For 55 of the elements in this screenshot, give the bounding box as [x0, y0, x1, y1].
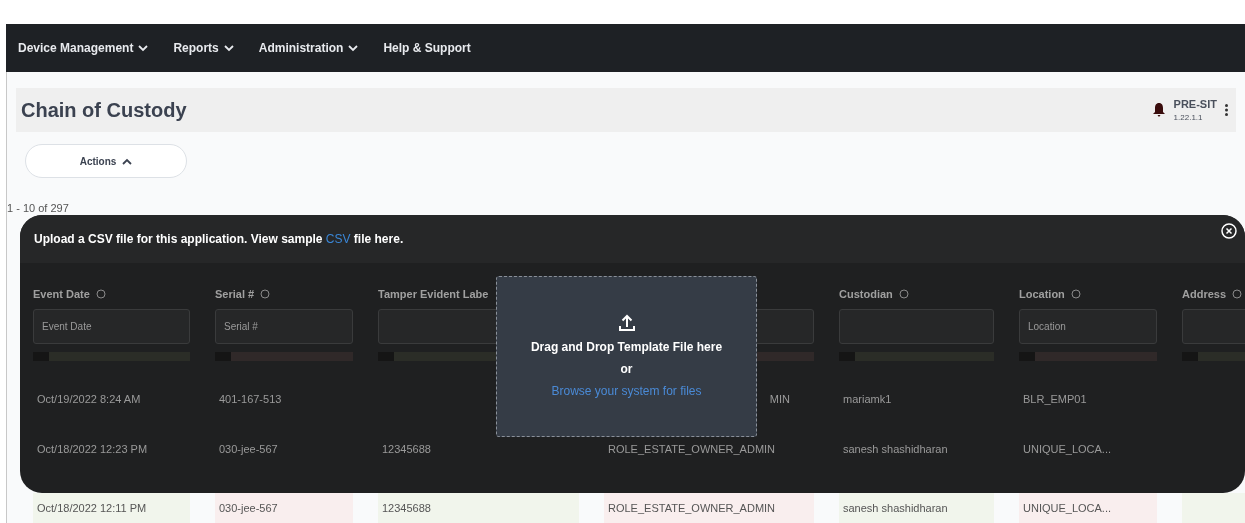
more-options-icon[interactable]: [1225, 104, 1228, 116]
column-header[interactable]: Address: [1182, 285, 1227, 303]
caret-down-icon: [348, 44, 359, 52]
table-cell-text: UNIQUE_LOCA...: [1023, 441, 1112, 457]
column-header[interactable]: Tamper Evident Labe: [378, 285, 489, 303]
caret-down-icon: [223, 44, 234, 52]
or-text: or: [620, 360, 633, 378]
bell-icon[interactable]: [1151, 102, 1166, 118]
nav-menu-item[interactable]: Administration: [258, 39, 359, 57]
table-cell-text: 401-167-513: [219, 391, 282, 407]
actions-button[interactable]: Actions: [25, 144, 187, 178]
csv-sample-link[interactable]: CSV: [325, 232, 351, 246]
caret-down-icon: [138, 44, 149, 52]
table-cell: UNIQUE_LOCA...: [1019, 493, 1157, 523]
record-count: 1 - 10 of 297: [7, 202, 70, 215]
table-cell: 12345688: [378, 493, 579, 523]
table-cell: Oct/18/2022 12:11 PM: [33, 493, 190, 523]
table-cell: 030-jee-567: [215, 493, 353, 523]
browse-files-link[interactable]: Browse your system for files: [551, 381, 702, 400]
sort-icon[interactable]: [898, 289, 909, 299]
table-cell-text: sanesh shashidharan: [843, 441, 948, 457]
table-cell-text: ROLE_ESTATE_OWNER_ADMIN: [608, 441, 776, 457]
sort-icon[interactable]: [260, 289, 271, 299]
file-drop-dialog[interactable]: Drag and Drop Template File here or Browse your system for files: [496, 276, 757, 437]
environment-label: PRE-SIT: [1173, 98, 1217, 110]
table-cell-text: Oct/18/2022 12:23 PM: [37, 441, 148, 457]
filter-field[interactable]: [839, 309, 994, 344]
close-icon[interactable]: [1221, 223, 1237, 239]
table-cell-text: 030-jee-567: [219, 441, 278, 457]
sort-icon[interactable]: [95, 289, 106, 299]
table-cell-text: MIN: [769, 391, 791, 407]
nav-menu-item[interactable]: Reports: [173, 39, 234, 57]
sort-icon[interactable]: [1232, 289, 1243, 299]
table-cell: ROLE_ESTATE_OWNER_ADMIN: [604, 493, 814, 523]
table-cell-text: Oct/19/2022 8:24 AM: [37, 391, 141, 407]
column-header[interactable]: Location: [1019, 285, 1065, 303]
caret-up-icon: [122, 157, 133, 165]
table-cell-text: mariamk1: [843, 391, 892, 407]
column-header[interactable]: Event Date: [33, 285, 90, 303]
filter-field[interactable]: Location: [1019, 309, 1157, 344]
nav-menu-item[interactable]: Device Management: [18, 39, 149, 57]
drop-text: Drag and Drop Template File here: [530, 338, 723, 356]
table-cell-text: BLR_EMP01: [1023, 391, 1087, 407]
sort-icon[interactable]: [1070, 289, 1081, 299]
upload-icon: [617, 313, 636, 332]
version-label: 1.22.1.1: [1173, 113, 1204, 122]
column-header[interactable]: Serial #: [215, 285, 255, 303]
nav-menu-item[interactable]: Help & Support: [383, 39, 471, 57]
table-cell-text: 12345688: [382, 441, 431, 457]
upload-instructions: Upload a CSV file for this application. View sample CSV file here.: [34, 231, 404, 248]
column-header[interactable]: Custodian: [839, 285, 893, 303]
page-title: Chain of Custody: [21, 98, 187, 123]
filter-field[interactable]: Serial #: [215, 309, 353, 344]
filter-field[interactable]: Event Date: [33, 309, 190, 344]
table-cell: sanesh shashidharan: [839, 493, 994, 523]
